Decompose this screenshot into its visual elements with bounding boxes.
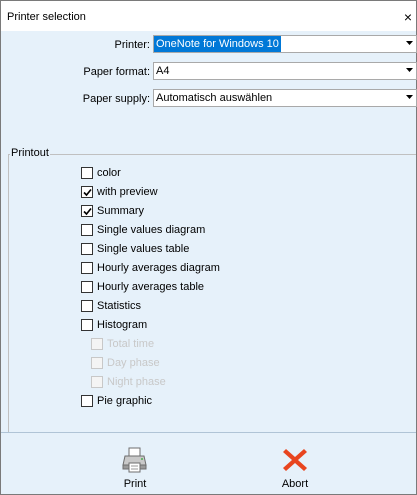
printout-option: Total time [91, 337, 341, 353]
checkbox-label: Summary [97, 205, 145, 217]
printout-option[interactable]: Hourly averages table [81, 280, 331, 296]
checkbox-label: Histogram [97, 319, 148, 331]
checkbox-label: Pie graphic [97, 395, 153, 407]
abort-button[interactable]: Abort [265, 444, 325, 492]
paper-format-dropdown[interactable]: A4 [153, 62, 417, 80]
abort-button-label: Abort [281, 478, 309, 490]
printer-selection-dialog: Printer selection × Printer: OneNote for… [0, 0, 417, 495]
checkbox-label: color [97, 167, 121, 179]
checkbox[interactable] [81, 186, 93, 198]
printer-value: OneNote for Windows 10 [154, 36, 281, 52]
printout-option[interactable]: Summary [81, 204, 331, 220]
checkbox[interactable] [81, 167, 93, 179]
chevron-down-icon[interactable] [404, 36, 416, 52]
print-button-label: Print [123, 478, 147, 490]
paper-supply-value: Automatisch auswählen [156, 92, 273, 104]
printout-option[interactable]: with preview [81, 185, 331, 201]
chevron-down-icon[interactable] [404, 63, 416, 79]
printer-icon [121, 446, 149, 474]
title-bar: Printer selection × [1, 1, 416, 31]
checkbox[interactable] [81, 300, 93, 312]
printer-row: Printer: OneNote for Windows 10 [1, 35, 417, 55]
printer-label: Printer: [114, 39, 150, 51]
paper-supply-label: Paper supply: [82, 93, 150, 105]
print-button[interactable]: Print [105, 444, 165, 492]
checkbox-label: Single values table [97, 243, 190, 255]
printout-option[interactable]: Single values diagram [81, 223, 331, 239]
checkbox-label: Statistics [97, 300, 142, 312]
close-button[interactable]: × [400, 7, 416, 27]
checkbox[interactable] [81, 243, 93, 255]
paper-format-value: A4 [156, 65, 170, 77]
paper-supply-dropdown[interactable]: Automatisch auswählen [153, 89, 417, 107]
footer-separator [1, 432, 416, 433]
printout-option[interactable]: Statistics [81, 299, 331, 315]
checkbox-label: Hourly averages diagram [97, 262, 220, 274]
checkbox-label: Hourly averages table [97, 281, 205, 293]
paper-supply-row: Paper supply: Automatisch auswählen [1, 89, 417, 109]
checkbox[interactable] [81, 395, 93, 407]
checkbox [91, 376, 103, 388]
checkbox [91, 338, 103, 350]
printout-option: Night phase [91, 375, 341, 391]
checkbox-label: Day phase [107, 357, 160, 369]
checkbox[interactable] [81, 224, 93, 236]
checkbox[interactable] [81, 281, 93, 293]
checkbox [91, 357, 103, 369]
checkbox[interactable] [81, 262, 93, 274]
chevron-down-icon[interactable] [404, 90, 416, 106]
paper-format-row: Paper format: A4 [1, 62, 417, 82]
checkbox-label: Night phase [107, 376, 166, 388]
printout-option[interactable]: color [81, 166, 331, 182]
window-title: Printer selection [7, 11, 86, 23]
checkbox-label: Total time [107, 338, 155, 350]
red-x-icon [281, 446, 309, 474]
printout-option[interactable]: Pie graphic [81, 394, 331, 410]
checkbox[interactable] [81, 319, 93, 331]
printout-option[interactable]: Histogram [81, 318, 331, 334]
checkbox[interactable] [81, 205, 93, 217]
paper-format-label: Paper format: [83, 66, 150, 78]
printer-dropdown[interactable]: OneNote for Windows 10 [153, 35, 417, 53]
printout-group-title: Printout [10, 147, 50, 159]
group-border-left [8, 154, 9, 432]
printout-option[interactable]: Hourly averages diagram [81, 261, 331, 277]
printout-option[interactable]: Single values table [81, 242, 331, 258]
checkbox-label: with preview [97, 186, 158, 198]
printout-option: Day phase [91, 356, 341, 372]
checkbox-label: Single values diagram [97, 224, 206, 236]
